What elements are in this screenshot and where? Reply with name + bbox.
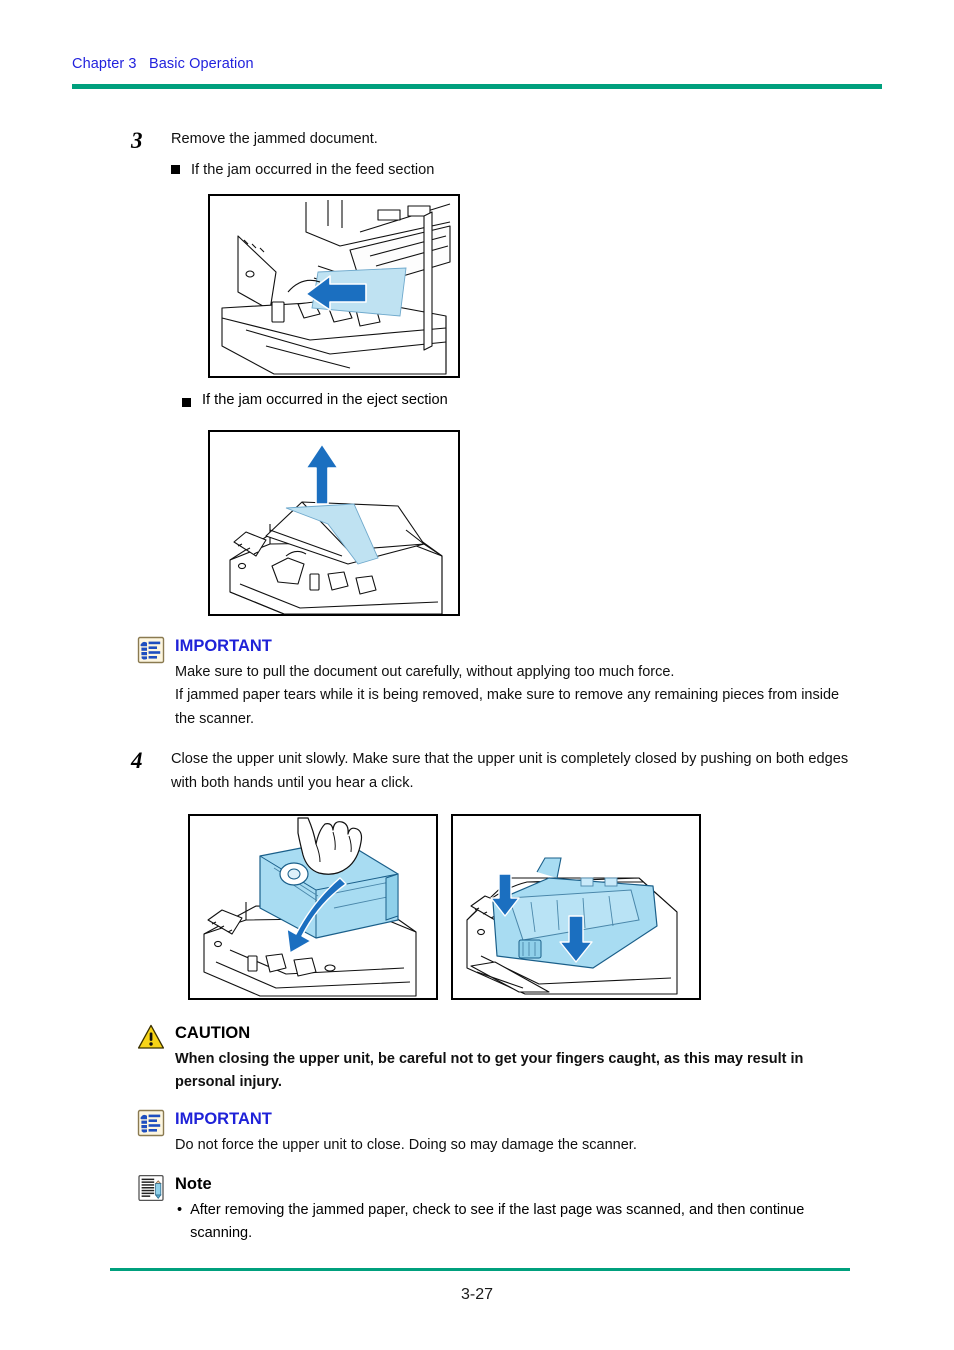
- important-notice-2-line-1: Do not force the upper unit to close. Do…: [175, 1136, 637, 1153]
- manual-page: Chapter 3 Basic Operation 3 Remove the j…: [0, 0, 954, 1350]
- square-bullet-icon: [171, 164, 180, 174]
- step-4-number: 4: [131, 748, 143, 773]
- important-notice-1-title: IMPORTANT: [175, 637, 272, 655]
- page-number: 3-27: [460, 1286, 494, 1303]
- feed-section-jam-drawing: [218, 200, 451, 375]
- note-notice-body: Note • After removing the jammed paper, …: [175, 1174, 847, 1246]
- note-bullet-text: After removing the jammed paper, check t…: [190, 1201, 805, 1242]
- important-notice-1-body: IMPORTANT Make sure to pull the document…: [175, 636, 857, 731]
- closing-upper-unit-illustration: [188, 814, 438, 1000]
- note-notice-title: Note: [175, 1175, 212, 1193]
- step-3-text: Remove the jammed document.: [171, 131, 378, 147]
- important-notice-1-line-1: Make sure to pull the document out caref…: [175, 663, 675, 680]
- caution-icon: [137, 1023, 165, 1051]
- step-3-subitem-eject: If the jam occurred in the eject section: [182, 392, 682, 408]
- step-3-body: Remove the jammed document. If the jam o…: [171, 128, 434, 182]
- important-icon: [137, 1109, 165, 1137]
- eject-section-jam-drawing: [229, 443, 443, 614]
- step-3-number: 3: [131, 128, 143, 153]
- header-rule: [72, 84, 882, 89]
- pressing-both-edges-illustration: [451, 814, 701, 1000]
- note-notice: Note • After removing the jammed paper, …: [137, 1174, 857, 1246]
- important-notice-1: IMPORTANT Make sure to pull the document…: [137, 636, 857, 731]
- caution-notice-body: CAUTION When closing the upper unit, be …: [175, 1023, 857, 1095]
- footer-rule: [110, 1268, 850, 1271]
- caution-notice-title: CAUTION: [175, 1024, 251, 1042]
- step-4: 4 Close the upper unit slowly. Make sure…: [131, 748, 861, 795]
- step-3: 3 Remove the jammed document. If the jam…: [131, 128, 891, 182]
- note-icon: [137, 1174, 165, 1202]
- important-notice-2-title: IMPORTANT: [175, 1110, 272, 1128]
- caution-notice: CAUTION When closing the upper unit, be …: [137, 1023, 857, 1095]
- important-notice-2-body: IMPORTANT Do not force the upper unit to…: [175, 1109, 637, 1157]
- caution-notice-line-1: When closing the upper unit, be careful …: [175, 1050, 804, 1091]
- pencil-part: [154, 1180, 162, 1200]
- important-notice-1-line-2: If jammed paper tears while it is being …: [175, 687, 840, 727]
- closing-upper-unit-drawing: [203, 817, 417, 997]
- feed-section-jam-illustration: [208, 194, 460, 378]
- step-4-body: Close the upper unit slowly. Make sure t…: [171, 748, 853, 795]
- step-3-subitem-feed: If the jam occurred in the feed section: [171, 159, 434, 183]
- important-notice-2: IMPORTANT Do not force the upper unit to…: [137, 1109, 857, 1157]
- pressing-both-edges-drawing: [466, 857, 678, 995]
- note-bullet-item: • After removing the jammed paper, check…: [175, 1199, 847, 1246]
- header-chapter-label: Chapter 3 Basic Operation: [72, 56, 254, 72]
- important-icon: [137, 636, 165, 664]
- page-header: Chapter 3 Basic Operation: [72, 56, 882, 89]
- pull-direction-arrow: [305, 443, 339, 505]
- step-4-text: Close the upper unit slowly. Make sure t…: [171, 751, 849, 791]
- bullet-dot-icon: •: [177, 1201, 183, 1218]
- square-bullet-icon: [182, 398, 191, 407]
- step-3-subitem-feed-label: If the jam occurred in the feed section: [191, 161, 435, 178]
- step-3-subitem-eject-label: If the jam occurred in the eject section: [202, 392, 448, 408]
- eject-section-jam-illustration: [208, 430, 460, 616]
